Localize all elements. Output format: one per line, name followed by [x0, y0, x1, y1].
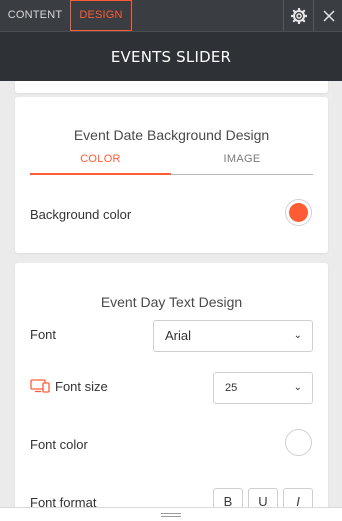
- chevron-down-icon: ⌄: [293, 330, 302, 341]
- event-date-background-card: Event Date Background Design COLOR IMAGE…: [15, 97, 328, 253]
- desktop-mobile-icon[interactable]: [30, 379, 50, 393]
- event-day-text-card: Event Day Text Design Font Arial ⌄ Font …: [15, 263, 328, 507]
- font-format-label: Font format: [30, 495, 97, 507]
- top-tab-bar: CONTENT DESIGN: [0, 0, 342, 31]
- panel-title: EVENTS SLIDER: [110, 48, 232, 66]
- gear-icon: [290, 7, 307, 24]
- font-color-swatch[interactable]: [285, 429, 312, 456]
- settings-scroll-area[interactable]: Event Date Background Design COLOR IMAGE…: [0, 81, 342, 507]
- tab-design[interactable]: DESIGN: [70, 0, 132, 31]
- font-size-value: 25: [225, 382, 238, 394]
- settings-button[interactable]: [283, 0, 313, 31]
- card-title: Event Date Background Design: [73, 127, 270, 143]
- drag-handle-icon: [161, 513, 181, 517]
- font-size-select[interactable]: 25 ⌄: [213, 372, 313, 404]
- underline-button[interactable]: U: [248, 488, 278, 507]
- close-icon: [322, 9, 335, 22]
- panel-header: EVENTS SLIDER: [0, 31, 342, 81]
- chevron-down-icon: ⌄: [293, 382, 302, 393]
- card-title: Event Day Text Design: [100, 294, 243, 310]
- font-select-value: Arial: [165, 328, 192, 343]
- font-label: Font: [30, 327, 57, 342]
- font-color-label: Font color: [30, 437, 88, 452]
- tab-content[interactable]: CONTENT: [0, 0, 70, 31]
- italic-button[interactable]: I: [283, 488, 313, 507]
- bold-button[interactable]: B: [213, 488, 243, 507]
- background-type-tabs: COLOR IMAGE: [30, 153, 313, 175]
- subtab-color[interactable]: COLOR: [30, 153, 171, 175]
- font-size-label: Font size: [55, 379, 108, 394]
- font-select[interactable]: Arial ⌄: [153, 320, 313, 352]
- color-fill: [289, 203, 308, 222]
- subtab-image[interactable]: IMAGE: [171, 153, 313, 175]
- resize-bar[interactable]: [0, 507, 342, 521]
- previous-settings-card: [15, 81, 328, 93]
- background-color-label: Background color: [30, 207, 132, 222]
- background-color-swatch[interactable]: [285, 199, 312, 226]
- close-button[interactable]: [313, 0, 342, 31]
